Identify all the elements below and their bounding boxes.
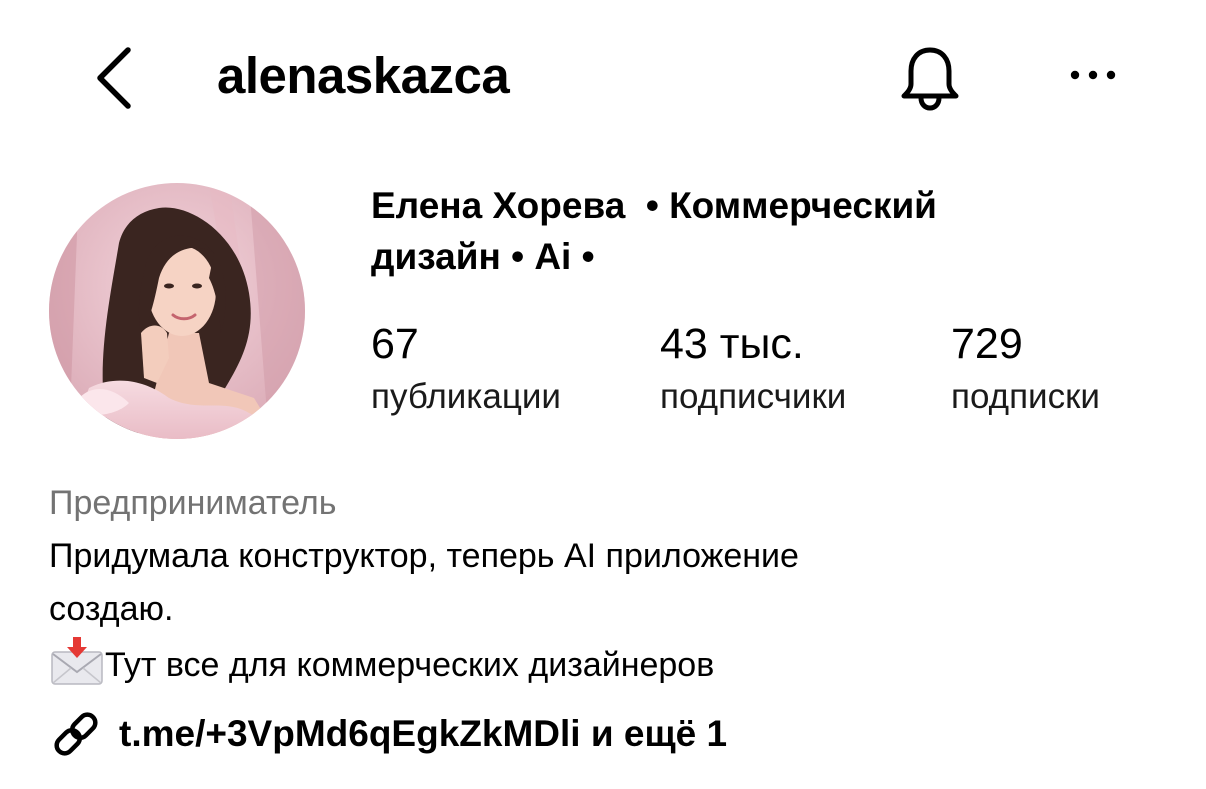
profile-avatar[interactable] bbox=[49, 183, 305, 439]
profile-name-line-1: Елена Хорева • Коммерческий bbox=[371, 185, 937, 226]
back-button[interactable] bbox=[88, 40, 148, 116]
profile-username: alenaskazca bbox=[217, 47, 510, 104]
incoming-envelope-icon bbox=[49, 636, 105, 686]
following-count-label: подписки bbox=[951, 377, 1100, 416]
following-count-value: 729 bbox=[951, 320, 1023, 368]
notifications-button[interactable] bbox=[892, 40, 968, 116]
bio-line-2: создаю. bbox=[49, 590, 174, 628]
profile-name-line-2: дизайн • Ai • bbox=[371, 236, 595, 277]
posts-count-label: публикации bbox=[371, 377, 561, 416]
link-icon bbox=[49, 707, 103, 761]
more-horizontal-icon bbox=[1058, 70, 1128, 104]
bio-line-1: Придумала конструктор, теперь AI приложе… bbox=[49, 537, 799, 575]
bio-link-text: t.me/+3VpMd6qEgkZkMDli и ещё 1 bbox=[119, 713, 728, 754]
posts-count-value: 67 bbox=[371, 320, 419, 368]
bio-external-link[interactable]: t.me/+3VpMd6qEgkZkMDli и ещё 1 bbox=[49, 704, 727, 764]
following-count-stat[interactable]: 729 подписки bbox=[951, 318, 1100, 424]
profile-display-name: Елена Хорева • Коммерческий дизайн • Ai … bbox=[371, 180, 1091, 282]
bell-icon bbox=[892, 47, 968, 120]
followers-count-stat[interactable]: 43 тыс. подписчики bbox=[660, 318, 846, 424]
followers-count-value: 43 тыс. bbox=[660, 320, 804, 368]
bio-text: Придумала конструктор, теперь AI приложе… bbox=[49, 530, 1149, 692]
bio-line-3: Тут все для коммерческих дизайнеров bbox=[105, 646, 715, 684]
bio-line-3-wrapper: Тут все для коммерческих дизайнеров bbox=[49, 636, 1149, 692]
more-options-button[interactable] bbox=[1058, 50, 1128, 100]
followers-count-label: подписчики bbox=[660, 377, 847, 416]
bio-category: Предприниматель bbox=[49, 484, 337, 522]
posts-count-stat[interactable]: 67 публикации bbox=[371, 318, 561, 424]
chevron-left-icon bbox=[88, 40, 148, 116]
